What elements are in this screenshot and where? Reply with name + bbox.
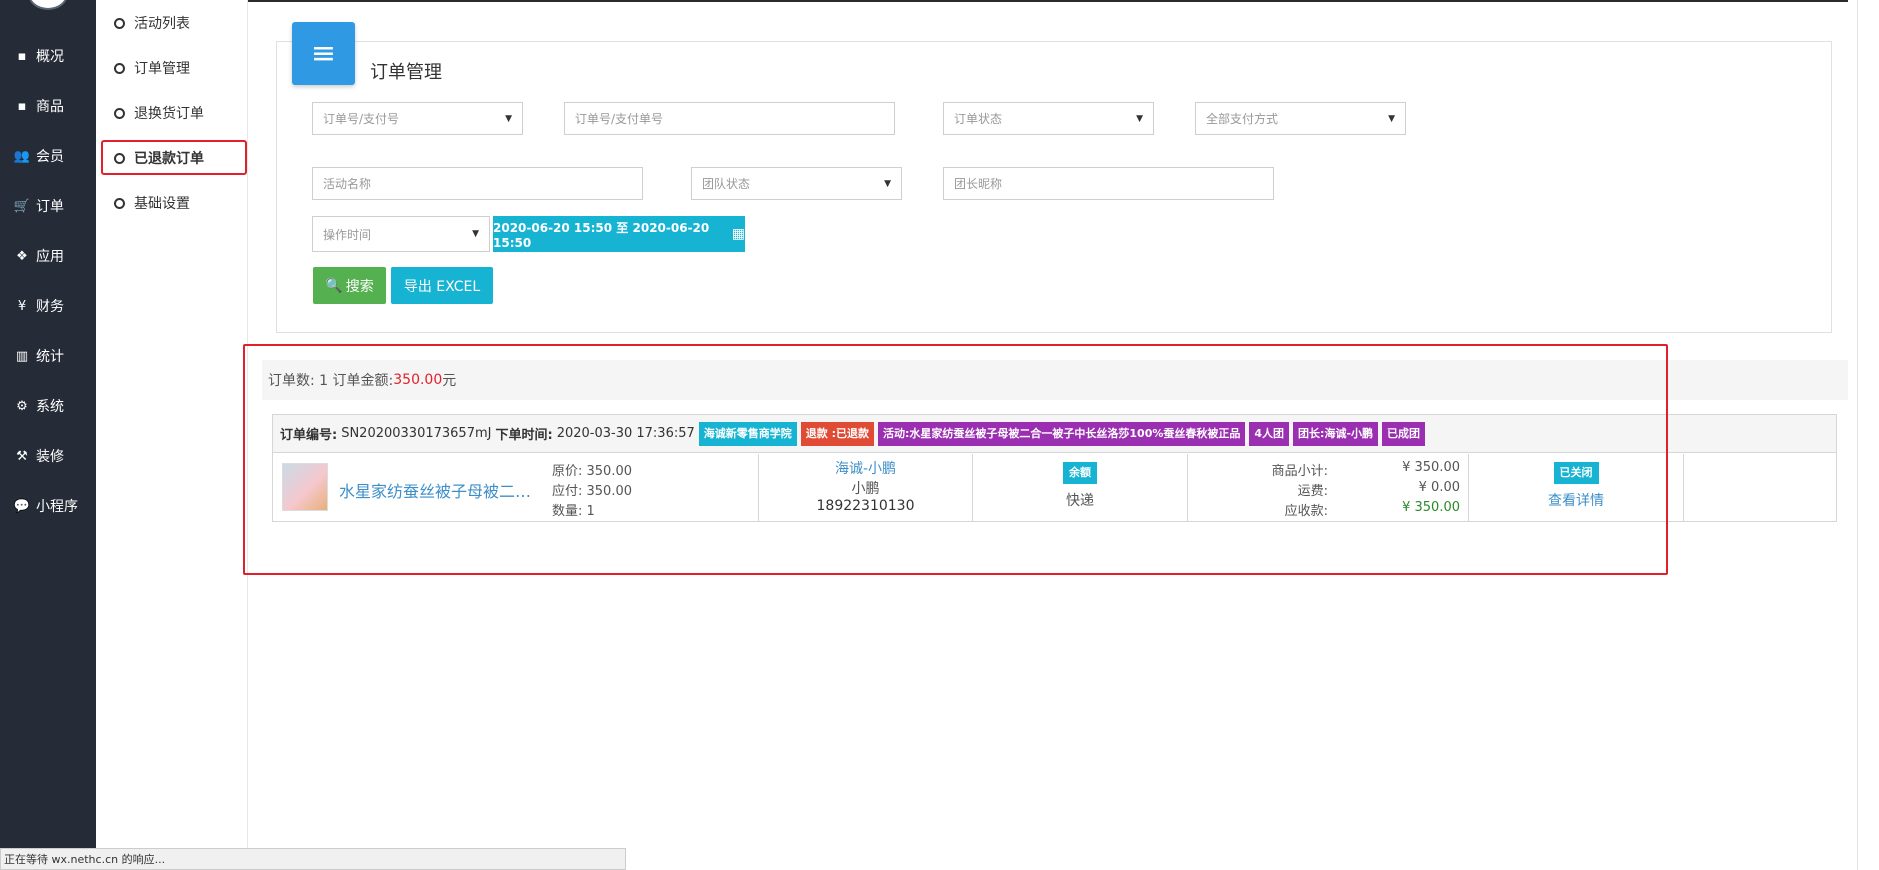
order-no-type-select[interactable]: 订单号/支付号 ▼ — [312, 102, 523, 135]
team-status-select[interactable]: 团队状态 ▼ — [691, 167, 902, 200]
bar-chart-icon: ▥ — [15, 348, 29, 364]
sub-item-label: 订单管理 — [134, 61, 190, 77]
right-edge-panel — [1857, 0, 1879, 870]
order-status-select[interactable]: 订单状态 ▼ — [943, 102, 1154, 135]
circle-icon — [114, 107, 125, 119]
menu-icon: ≡ — [292, 22, 355, 85]
export-button-label: 导出 EXCEL — [403, 278, 481, 295]
wechat-icon: 💬 — [13, 498, 31, 514]
input-placeholder: 团长昵称 — [954, 177, 1003, 191]
logo[interactable] — [28, 0, 68, 10]
select-value: 订单号/支付号 — [323, 112, 400, 126]
cogs-icon: ⚙ — [16, 398, 28, 414]
nav-item-label: 概况 — [36, 49, 64, 65]
nav-item-stats[interactable]: ▥ 统计 — [12, 344, 64, 368]
date-range-picker[interactable]: 2020-06-20 15:50 至 2020-06-20 15:50 ▦ — [493, 216, 745, 252]
select-value: 全部支付方式 — [1206, 112, 1279, 126]
main-sidebar: ▪ 概况 ▪ 商品 👥 会员 🛒 订单 ❖ 应用 ¥ 财务 ▥ 统计 ⚙ 系统 … — [0, 0, 96, 870]
search-button-label: 搜索 — [345, 278, 374, 295]
sub-item-label: 活动列表 — [134, 16, 190, 32]
select-value: 操作时间 — [323, 227, 372, 242]
input-placeholder: 订单号/支付单号 — [575, 112, 664, 126]
nav-item-label: 统计 — [36, 349, 64, 365]
nav-item-finance[interactable]: ¥ 财务 — [12, 294, 64, 318]
nav-item-overview[interactable]: ▪ 概况 — [12, 44, 64, 68]
browser-status-bar: 正在等待 wx.nethc.cn 的响应... — [0, 848, 626, 870]
users-icon: 👥 — [13, 148, 31, 164]
nav-item-apps[interactable]: ❖ 应用 — [12, 244, 64, 268]
circle-icon — [114, 17, 125, 29]
nav-item-label: 财务 — [36, 299, 64, 315]
select-value: 团队状态 — [702, 177, 751, 191]
search-icon: 🔍 — [325, 277, 343, 294]
highlight-box — [101, 140, 247, 175]
nav-item-label: 装修 — [36, 449, 64, 465]
calendar-icon: ▦ — [731, 226, 745, 242]
highlight-box — [243, 344, 1668, 575]
caret-down-icon: ▼ — [1388, 113, 1395, 124]
circle-icon — [114, 197, 125, 209]
input-placeholder: 活动名称 — [323, 177, 372, 191]
sub-item-label: 退换货订单 — [134, 106, 204, 122]
secondary-sidebar: 活动列表 订单管理 退换货订单 已退款订单 基础设置 — [96, 0, 248, 870]
nav-item-label: 小程序 — [36, 499, 78, 515]
nav-item-system[interactable]: ⚙ 系统 — [12, 394, 64, 418]
cubes-icon: ❖ — [16, 248, 28, 264]
sub-item-activity-list[interactable]: 活动列表 — [114, 11, 190, 35]
yen-icon: ¥ — [17, 298, 27, 314]
archive-icon: ▪ — [17, 48, 27, 64]
sub-item-return-orders[interactable]: 退换货订单 — [114, 101, 204, 125]
sub-item-label: 基础设置 — [134, 196, 190, 212]
order-no-input[interactable]: 订单号/支付单号 — [564, 102, 895, 135]
caret-down-icon: ▼ — [1136, 113, 1143, 124]
caret-down-icon: ▼ — [472, 229, 479, 239]
column-divider — [1683, 454, 1684, 522]
search-button[interactable]: 🔍 搜索 — [313, 267, 386, 304]
caret-down-icon: ▼ — [884, 178, 891, 189]
nav-item-goods[interactable]: ▪ 商品 — [12, 94, 64, 118]
archive-icon: ▪ — [17, 98, 27, 114]
sub-item-basic-settings[interactable]: 基础设置 — [114, 191, 190, 215]
nav-item-label: 应用 — [36, 249, 64, 265]
caret-down-icon: ▼ — [505, 113, 512, 124]
hammer-icon: ⚒ — [16, 448, 28, 464]
leader-nickname-input[interactable]: 团长昵称 — [943, 167, 1274, 200]
cart-icon: 🛒 — [13, 198, 31, 214]
page-title: 订单管理 — [370, 62, 442, 83]
circle-icon — [114, 62, 125, 74]
top-divider — [248, 0, 1848, 2]
export-excel-button[interactable]: 导出 EXCEL — [391, 267, 493, 304]
date-range-value: 2020-06-20 15:50 至 2020-06-20 15:50 — [493, 220, 710, 250]
nav-item-members[interactable]: 👥 会员 — [12, 144, 64, 168]
select-value: 订单状态 — [954, 112, 1003, 126]
nav-item-label: 系统 — [36, 399, 64, 415]
time-type-select[interactable]: 操作时间 ▼ — [312, 216, 490, 252]
activity-name-input[interactable]: 活动名称 — [312, 167, 643, 200]
nav-item-label: 商品 — [36, 99, 64, 115]
nav-item-label: 会员 — [36, 149, 64, 165]
sub-item-order-management[interactable]: 订单管理 — [114, 56, 190, 80]
nav-item-orders[interactable]: 🛒 订单 — [12, 194, 64, 218]
nav-item-label: 订单 — [36, 199, 64, 215]
nav-item-miniprogram[interactable]: 💬 小程序 — [12, 494, 78, 518]
nav-item-decoration[interactable]: ⚒ 装修 — [12, 444, 64, 468]
pay-method-select[interactable]: 全部支付方式 ▼ — [1195, 102, 1406, 135]
